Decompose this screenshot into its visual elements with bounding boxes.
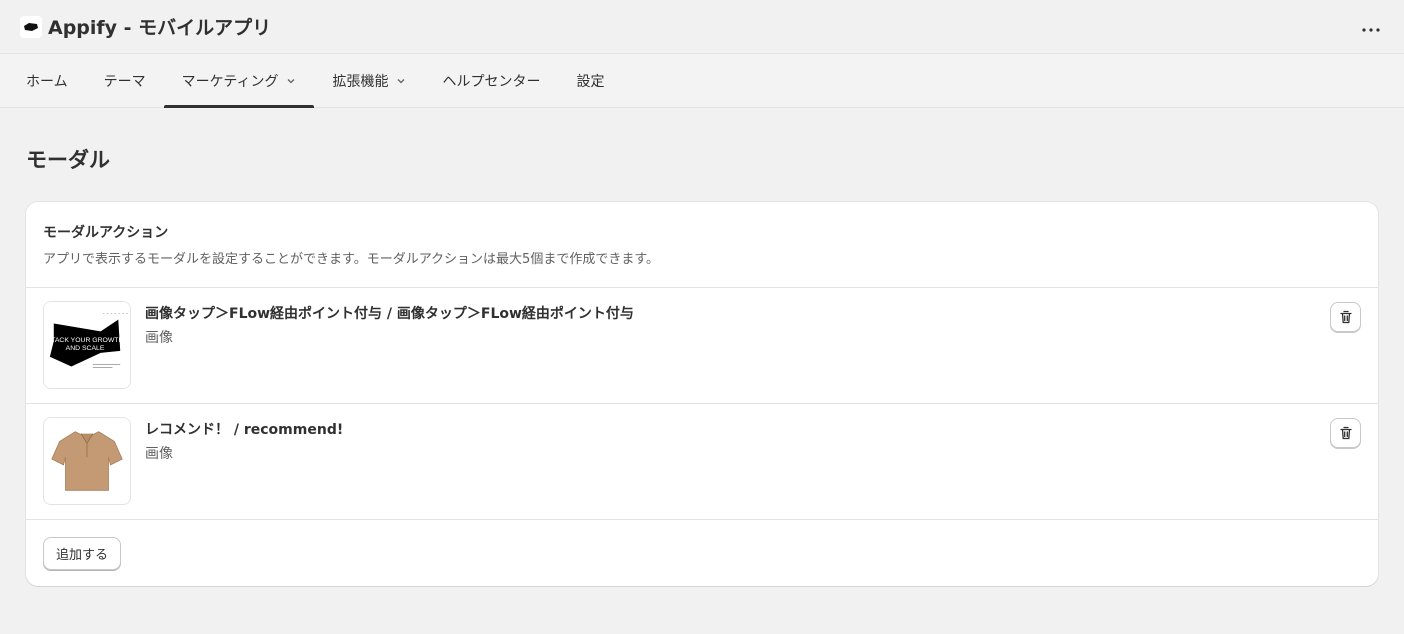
chevron-down-icon	[286, 76, 296, 86]
nav-label: ホーム	[26, 73, 68, 90]
row-title: レコメンド！ / recommend!	[145, 422, 344, 438]
card-title: モーダルアクション	[43, 225, 169, 241]
app-title: Appify - モバイルアプリ	[48, 17, 272, 39]
delete-button[interactable]	[1330, 302, 1361, 332]
row-text: レコメンド！ / recommend! 画像	[145, 417, 1330, 463]
modal-thumbnail: STACK YOUR GROWTH AND SCALE	[43, 301, 131, 389]
nav-extensions[interactable]: 拡張機能	[314, 54, 424, 107]
nav-label: 拡張機能	[332, 73, 389, 90]
brand: Appify - モバイルアプリ	[20, 13, 271, 40]
trash-icon	[1339, 310, 1352, 324]
add-button[interactable]: 追加する	[43, 537, 122, 570]
trash-icon	[1339, 426, 1352, 440]
main-nav: ホーム テーマ マーケティング 拡張機能 ヘルプセンター 設定	[0, 54, 1404, 108]
nav-label: ヘルプセンター	[442, 73, 541, 90]
thumb-text-line1: STACK YOUR GROWTH	[47, 337, 124, 344]
more-options-icon[interactable]	[1358, 12, 1384, 41]
nav-label: テーマ	[103, 73, 146, 90]
nav-theme[interactable]: テーマ	[86, 54, 164, 107]
app-logo-icon	[20, 15, 42, 38]
nav-marketing[interactable]: マーケティング	[163, 54, 315, 108]
chevron-down-icon	[396, 76, 406, 86]
nav-help-center[interactable]: ヘルプセンター	[424, 54, 558, 107]
modal-row[interactable]: レコメンド！ / recommend! 画像	[26, 404, 1378, 520]
main-content: モーダル モーダルアクション アプリで表示するモーダルを設定することができます。…	[0, 108, 1404, 586]
row-type: 画像	[145, 446, 173, 462]
page-title: モーダル	[26, 148, 110, 172]
card-header: モーダルアクション アプリで表示するモーダルを設定することができます。モーダルア…	[26, 202, 1378, 288]
nav-label: マーケティング	[181, 73, 279, 90]
card-description: アプリで表示するモーダルを設定することができます。モーダルアクションは最大5個ま…	[43, 252, 660, 267]
thumb-text-line2: AND SCALE	[66, 345, 105, 352]
modal-thumbnail	[43, 417, 131, 505]
nav-settings[interactable]: 設定	[558, 54, 622, 107]
nav-label: 設定	[576, 73, 605, 90]
row-title: 画像タップ＞FLow経由ポイント付与 / 画像タップ＞FLow経由ポイント付与	[145, 306, 634, 322]
modal-row[interactable]: STACK YOUR GROWTH AND SCALE 画像タップ＞FLow経由…	[26, 288, 1378, 404]
row-type: 画像	[145, 330, 173, 346]
card-footer: 追加する	[26, 520, 1378, 586]
modal-actions-card: モーダルアクション アプリで表示するモーダルを設定することができます。モーダルア…	[26, 202, 1378, 586]
delete-button[interactable]	[1330, 418, 1361, 448]
top-bar: Appify - モバイルアプリ	[0, 0, 1404, 54]
nav-home[interactable]: ホーム	[8, 54, 86, 107]
row-text: 画像タップ＞FLow経由ポイント付与 / 画像タップ＞FLow経由ポイント付与 …	[145, 301, 1330, 347]
